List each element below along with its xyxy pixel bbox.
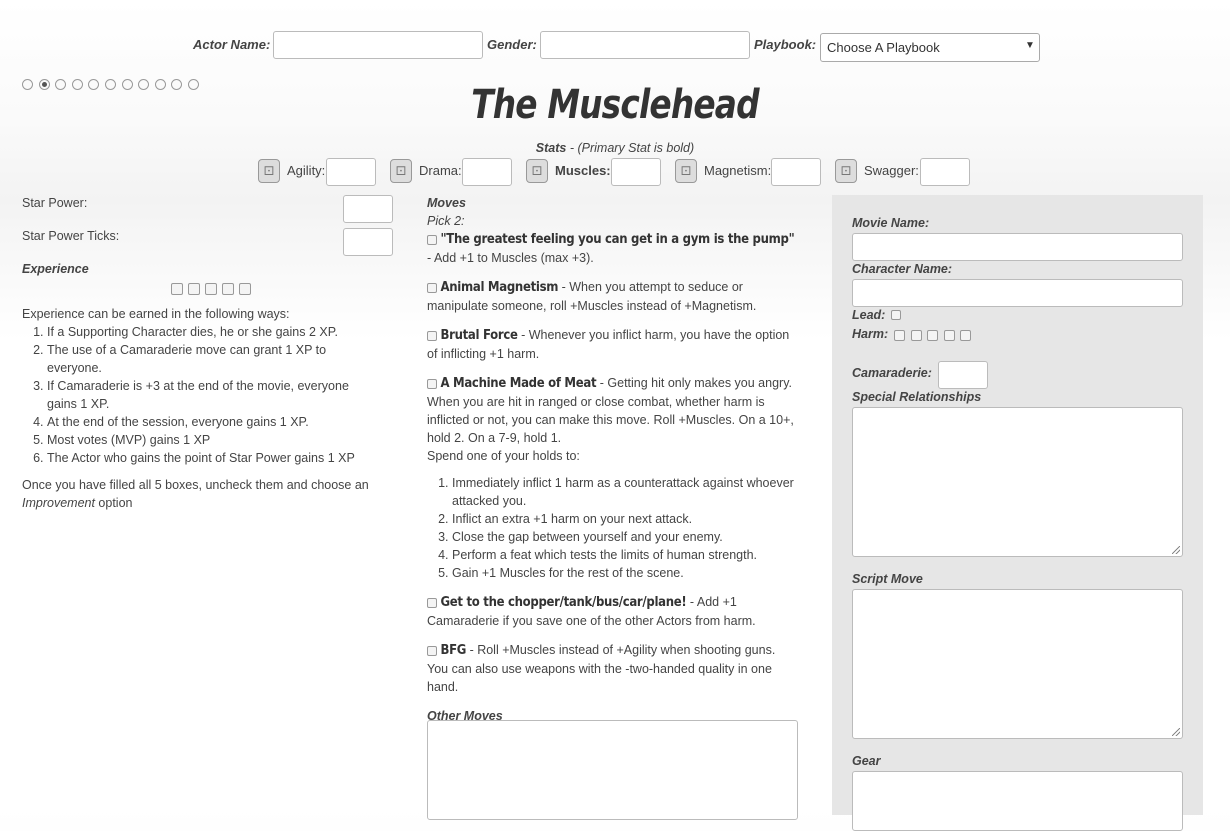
stat-label-swagger: Swagger: <box>864 163 919 178</box>
spend-intro: Spend one of your holds to: <box>427 449 580 463</box>
playbook-select[interactable]: Choose A Playbook <box>820 33 1040 62</box>
move-item: Get to the chopper/tank/bus/car/plane! -… <box>427 595 756 628</box>
stat-label-drama: Drama: <box>419 163 462 178</box>
chevron-down-icon: ▼ <box>1025 40 1035 51</box>
moves-pick: Pick 2: <box>427 214 465 228</box>
xp-checkbox[interactable] <box>171 282 183 295</box>
move-item: "The greatest feeling you can get in a g… <box>427 232 795 265</box>
movie-name-input[interactable] <box>852 233 1183 261</box>
dice-icon[interactable]: ⚀ <box>526 159 548 183</box>
xp-rules: Experience can be earned in the followin… <box>22 305 382 512</box>
page-radio[interactable] <box>38 79 50 90</box>
gear-textarea[interactable] <box>852 771 1183 831</box>
character-name-label: Character Name: <box>852 262 953 276</box>
move-checkbox[interactable] <box>427 330 437 341</box>
page-radio[interactable] <box>88 79 100 90</box>
character-name-input[interactable] <box>852 279 1183 307</box>
stat-input-agility[interactable] <box>326 158 376 186</box>
page-title: The Musclehead <box>471 82 759 128</box>
gear-label: Gear <box>852 754 881 768</box>
spend-option-item: Immediately inflict 1 harm as a countera… <box>452 474 795 510</box>
xp-intro: Experience can be earned in the followin… <box>22 307 290 321</box>
resize-handle-icon[interactable] <box>1172 728 1180 736</box>
camaraderie-input[interactable] <box>938 361 988 389</box>
stat-input-muscles[interactable] <box>611 158 661 186</box>
move-item: A Machine Made of Meat - Getting hit onl… <box>427 374 795 582</box>
xp-checkbox[interactable] <box>205 282 217 295</box>
stats-caption: Stats - (Primary Stat is bold) <box>535 141 695 155</box>
character-panel: Movie Name: Character Name: Lead: Harm: … <box>832 195 1203 831</box>
dice-icon[interactable]: ⚀ <box>835 159 857 183</box>
spend-option-item: Perform a feat which tests the limits of… <box>452 546 795 564</box>
resize-handle-icon[interactable] <box>1172 546 1180 554</box>
harm-checkbox[interactable] <box>927 330 938 342</box>
stat-input-magnetism[interactable] <box>771 158 821 186</box>
move-checkbox[interactable] <box>427 597 437 608</box>
xp-way-item: Most votes (MVP) gains 1 XP <box>47 431 382 449</box>
experience-heading: Experience <box>22 262 89 276</box>
harm-label: Harm: <box>852 327 889 341</box>
stat-label-agility: Agility: <box>287 163 326 178</box>
stat-input-drama[interactable] <box>462 158 512 186</box>
xp-way-item: If a Supporting Character dies, he or sh… <box>47 323 382 341</box>
page-radio[interactable] <box>71 79 83 90</box>
actor-name-input[interactable] <box>273 31 483 59</box>
harm-checkbox[interactable] <box>894 330 905 342</box>
dice-icon[interactable]: ⚀ <box>390 159 412 183</box>
other-moves-textarea[interactable] <box>427 720 798 820</box>
movie-name-label: Movie Name: <box>852 216 930 230</box>
star-power-ticks-input[interactable] <box>343 228 393 256</box>
move-item: Animal Magnetism - When you attempt to s… <box>427 280 757 313</box>
move-item: BFG - Roll +Muscles instead of +Agility … <box>427 643 776 694</box>
lead-checkbox[interactable] <box>891 310 901 320</box>
star-power-label: Star Power: <box>22 196 88 210</box>
move-checkbox[interactable] <box>427 378 437 389</box>
camaraderie-label: Camaraderie: <box>852 366 932 380</box>
gender-input[interactable] <box>540 31 750 59</box>
spend-options-list: Immediately inflict 1 harm as a countera… <box>427 474 795 582</box>
harm-checkbox[interactable] <box>960 330 971 342</box>
harm-checkbox[interactable] <box>943 330 955 342</box>
move-item: Brutal Force - Whenever you inflict harm… <box>427 328 790 361</box>
star-power-input[interactable] <box>343 195 393 223</box>
xp-checkboxes <box>171 281 256 295</box>
harm-checkboxes <box>894 328 977 342</box>
gender-label: Gender: <box>487 37 537 52</box>
stat-label-magnetism: Magnetism: <box>704 163 772 178</box>
spend-option-item: Close the gap between yourself and your … <box>452 528 795 546</box>
moves-heading: Moves <box>427 196 466 210</box>
spend-option-item: Gain +1 Muscles for the rest of the scen… <box>452 564 795 582</box>
stat-input-swagger[interactable] <box>920 158 970 186</box>
xp-ways-list: If a Supporting Character dies, he or sh… <box>22 323 382 467</box>
move-checkbox[interactable] <box>427 282 437 293</box>
star-power-ticks-label: Star Power Ticks: <box>22 229 120 243</box>
xp-way-item: At the end of the session, everyone gain… <box>47 413 382 431</box>
page-radio[interactable] <box>22 79 33 90</box>
xp-checkbox[interactable] <box>222 282 234 295</box>
moves-section: Moves Pick 2: "The greatest feeling you … <box>427 194 795 725</box>
special-relationships-textarea[interactable] <box>852 407 1183 557</box>
playbook-label: Playbook: <box>754 37 817 52</box>
actor-name-label: Actor Name: <box>193 37 271 52</box>
move-checkbox[interactable] <box>427 234 437 245</box>
xp-way-item: The use of a Camaraderie move can grant … <box>47 341 382 377</box>
dice-icon[interactable]: ⚀ <box>258 159 280 183</box>
dice-icon[interactable]: ⚀ <box>675 159 697 183</box>
special-relationships-label: Special Relationships <box>852 390 982 404</box>
page-radio[interactable] <box>55 79 67 90</box>
stat-label-muscles: Muscles: <box>555 163 611 178</box>
lead-label: Lead: <box>852 308 886 322</box>
xp-checkbox[interactable] <box>239 282 251 295</box>
move-checkbox[interactable] <box>427 645 437 656</box>
xp-outro: Once you have filled all 5 boxes, unchec… <box>22 478 369 510</box>
script-move-label: Script Move <box>852 572 923 586</box>
spend-option-item: Inflict an extra +1 harm on your next at… <box>452 510 795 528</box>
xp-way-item: The Actor who gains the point of Star Po… <box>47 449 382 467</box>
xp-way-item: If Camaraderie is +3 at the end of the m… <box>47 377 382 413</box>
harm-checkbox[interactable] <box>910 330 922 342</box>
script-move-textarea[interactable] <box>852 589 1183 739</box>
xp-checkbox[interactable] <box>188 282 200 295</box>
